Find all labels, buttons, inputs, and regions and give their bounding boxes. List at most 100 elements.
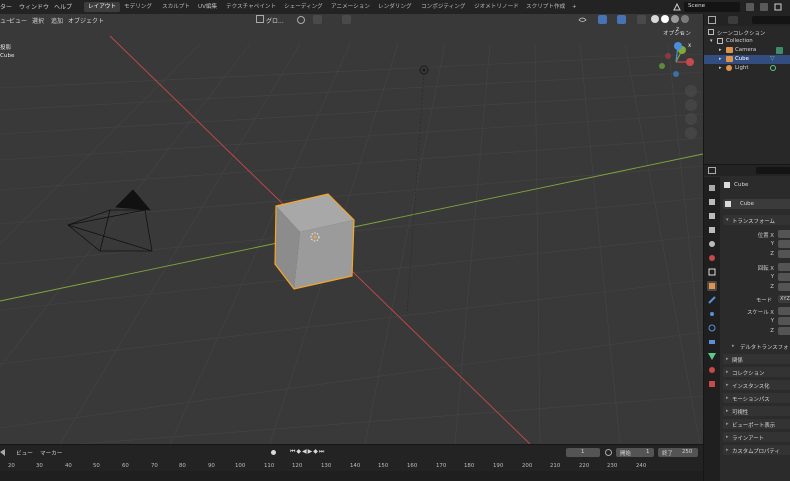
tab-texture-paint[interactable]: テクスチャペイント <box>222 2 280 12</box>
add-workspace-button[interactable]: + <box>568 2 581 12</box>
material-shading-icon[interactable] <box>671 15 679 23</box>
add-menu[interactable]: 追加 <box>51 16 63 25</box>
tab-layout[interactable]: レイアウト <box>84 2 120 12</box>
expand-chevron-icon[interactable]: ▸ <box>719 65 722 71</box>
scale-y-field[interactable] <box>778 317 790 325</box>
viewport-display-section-header[interactable]: ▸ ビューポート表示 <box>723 419 790 429</box>
perspective-toggle-icon[interactable] <box>685 127 697 139</box>
wireframe-shading-icon[interactable] <box>651 15 659 23</box>
scene-browse-icon[interactable] <box>746 3 754 11</box>
location-y-field[interactable] <box>778 240 790 248</box>
view-layer-icon[interactable] <box>774 3 782 11</box>
outliner-collection[interactable]: ▾ Collection <box>704 37 790 46</box>
collections-section-header[interactable]: ▸ コレクション <box>723 367 790 377</box>
relations-section-header[interactable]: ▸ 関係 <box>723 354 790 364</box>
tab-scripting[interactable]: スクリプト作成 <box>522 2 569 12</box>
tab-compositing[interactable]: コンポジティング <box>417 2 469 12</box>
scene-tab-icon[interactable] <box>707 239 717 249</box>
rotation-y-field[interactable] <box>778 273 790 281</box>
auto-keying-record-icon[interactable] <box>271 450 276 455</box>
material-tab-icon[interactable] <box>707 365 717 375</box>
expand-chevron-icon[interactable]: ▸ <box>719 47 722 53</box>
timeline-marker-menu[interactable]: マーカー <box>40 449 62 457</box>
editor-type-icon[interactable] <box>0 449 5 456</box>
instancing-section-header[interactable]: ▸ インスタンス化 <box>723 380 790 390</box>
frame-start-field[interactable]: 開始 1 <box>616 448 654 457</box>
view-layer-tab-icon[interactable] <box>707 225 717 235</box>
timeline-ruler[interactable]: 20 30 40 50 60 70 80 90 100 110 120 130 … <box>0 461 703 481</box>
location-x-field[interactable] <box>778 230 790 238</box>
tab-animation[interactable]: アニメーション <box>327 2 374 12</box>
camera-view-icon[interactable] <box>685 113 697 125</box>
texture-tab-icon[interactable] <box>707 379 717 389</box>
expand-chevron-icon[interactable]: ▾ <box>710 38 713 44</box>
menu-window[interactable]: ウィンドウ <box>19 2 49 11</box>
view-menu[interactable]: ビュー <box>9 16 27 25</box>
outliner-item-camera[interactable]: ▸ Camera <box>704 46 790 55</box>
object-name-field[interactable]: Cube <box>723 199 790 209</box>
outliner-item-light[interactable]: ▸ Light <box>704 64 790 73</box>
modifier-tab-icon[interactable] <box>707 295 717 305</box>
current-frame-field[interactable]: 1 <box>566 448 600 457</box>
overlay-toggle-icon[interactable] <box>617 15 626 24</box>
new-scene-icon[interactable] <box>760 3 768 11</box>
object-tab-icon[interactable] <box>707 281 717 291</box>
collection-tab-icon[interactable] <box>707 267 717 277</box>
snap-icon[interactable] <box>313 15 322 24</box>
menu-help[interactable]: ヘルプ <box>54 2 72 11</box>
tool-tab-icon[interactable] <box>707 183 717 193</box>
scale-z-field[interactable] <box>778 327 790 335</box>
scene-selector[interactable]: Scene <box>684 2 740 12</box>
world-tab-icon[interactable] <box>707 253 717 263</box>
outliner-item-cube[interactable]: ▸ Cube ▽ <box>704 55 790 64</box>
orientation-icon[interactable] <box>256 15 264 23</box>
outliner-search-input[interactable] <box>752 16 790 24</box>
delta-transform-subpanel[interactable]: ▸ デルタトランスフォ <box>732 341 790 351</box>
jump-end-icon[interactable]: ⏭ <box>319 448 325 455</box>
solid-shading-icon[interactable] <box>661 15 669 23</box>
zoom-icon[interactable] <box>685 85 697 97</box>
display-mode-icon[interactable] <box>728 16 738 24</box>
expand-chevron-icon[interactable]: ▸ <box>719 56 722 62</box>
render-tab-icon[interactable] <box>707 197 717 207</box>
pivot-point-icon[interactable] <box>297 16 305 24</box>
viewport-canvas[interactable] <box>0 14 703 444</box>
proportional-editing-icon[interactable] <box>342 15 351 24</box>
editor-type-icon[interactable] <box>708 16 716 24</box>
visibility-section-header[interactable]: ▸ 可視性 <box>723 406 790 416</box>
transform-section-header[interactable]: ▾ トランスフォーム <box>723 215 790 225</box>
select-menu[interactable]: 選択 <box>32 16 44 25</box>
gizmo-toggle-icon[interactable] <box>598 15 607 24</box>
menu-render-truncated[interactable]: ター <box>0 2 12 11</box>
scale-x-field[interactable] <box>778 307 790 315</box>
tab-geometry-nodes[interactable]: ジオメトリノード <box>470 2 523 12</box>
object-menu[interactable]: オブジェクト <box>68 16 104 25</box>
mesh-data-icon[interactable]: ▽ <box>770 55 775 62</box>
editor-type-icon[interactable] <box>708 167 716 174</box>
transform-orientation-dropdown[interactable]: グロ... <box>266 16 284 25</box>
rendered-shading-icon[interactable] <box>681 15 689 23</box>
tab-modeling[interactable]: モデリング <box>120 2 156 12</box>
constraints-tab-icon[interactable] <box>707 337 717 347</box>
custom-properties-section-header[interactable]: ▸ カスタムプロパティ <box>723 445 790 455</box>
particles-tab-icon[interactable] <box>707 309 717 319</box>
pan-hand-icon[interactable] <box>685 99 697 111</box>
tab-sculpt[interactable]: スカルプト <box>158 2 194 12</box>
3d-viewport[interactable]: ュー ビュー 選択 追加 オブジェクト グロ... オプション 投影 Cube <box>0 14 703 444</box>
rotation-z-field[interactable] <box>778 283 790 291</box>
preview-range-clock-icon[interactable] <box>605 449 612 456</box>
rotation-x-field[interactable] <box>778 263 790 271</box>
outliner-scene-collection[interactable]: シーンコレクション <box>704 28 790 37</box>
rotation-mode-dropdown[interactable]: XYZ <box>778 295 790 303</box>
line-art-section-header[interactable]: ▸ ラインアート <box>723 432 790 442</box>
output-tab-icon[interactable] <box>707 211 717 221</box>
properties-search-input[interactable] <box>756 167 790 174</box>
timeline-view-menu[interactable]: ビュー <box>16 449 33 457</box>
visibility-icon[interactable] <box>578 15 587 24</box>
physics-tab-icon[interactable] <box>707 323 717 333</box>
camera-data-icon[interactable] <box>776 47 783 54</box>
frame-end-field[interactable]: 終了 250 <box>658 448 698 457</box>
tab-shading[interactable]: シェーディング <box>280 2 327 12</box>
xray-icon[interactable] <box>637 15 646 24</box>
data-tab-icon[interactable] <box>707 351 717 361</box>
